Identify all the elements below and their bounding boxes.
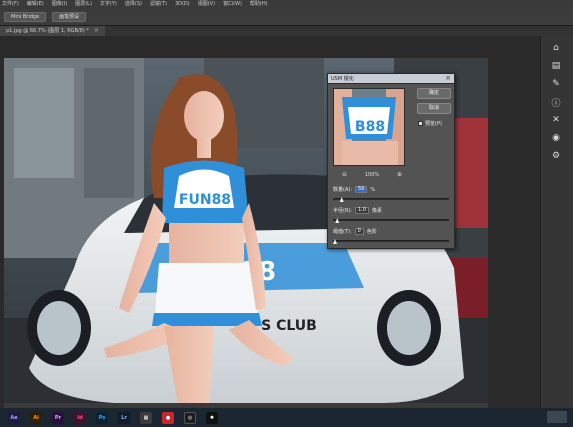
dialog-titlebar[interactable]: USM 锐化 × [328, 74, 454, 84]
id-icon[interactable]: Id [74, 411, 86, 424]
unsharp-mask-dialog: USM 锐化 × B88 确定 取消 预览(P) ⊖ 100% ⊕ 数量(A):… [327, 73, 455, 249]
menu-window[interactable]: 窗口(W) [223, 0, 242, 9]
amount-slider[interactable] [333, 197, 449, 202]
amount-input[interactable]: 50 [355, 186, 368, 193]
amount-label: 数量(A): [333, 187, 353, 193]
radius-slider-handle[interactable] [335, 218, 340, 223]
ps-icon[interactable]: Ps [96, 411, 108, 424]
menu-help[interactable]: 帮助(H) [250, 0, 268, 9]
threshold-slider[interactable] [333, 239, 449, 244]
amount-slider-handle[interactable] [339, 197, 344, 202]
menu-bar: 文件(F) 编辑(E) 图像(I) 图层(L) 文字(Y) 选择(S) 滤镜(T… [0, 0, 573, 9]
mini-bridge-button[interactable]: Mini Bridge [4, 12, 47, 22]
menu-filter[interactable]: 滤镜(T) [150, 0, 167, 9]
document-tab[interactable]: p1.jpg @ 66.7% (图层 1, RGB/8) * × [0, 26, 105, 36]
history-icon[interactable]: ⌂ [549, 42, 563, 54]
document-tab-label: p1.jpg @ 66.7% (图层 1, RGB/8) * [6, 28, 89, 34]
amount-unit: % [370, 186, 376, 193]
zoom-controls: ⊖ 100% ⊕ [342, 171, 402, 178]
pr-icon[interactable]: Pr [52, 411, 64, 424]
settings-icon[interactable]: ✹ [206, 411, 218, 424]
ae-icon[interactable]: Ae [8, 411, 20, 424]
menu-layer[interactable]: 图层(L) [75, 0, 92, 9]
menu-3d[interactable]: 3D(D) [175, 0, 190, 9]
red-app-icon[interactable]: ● [162, 411, 174, 424]
preview-image: B88 [334, 89, 404, 165]
threshold-input[interactable]: 0 [354, 228, 364, 235]
tools-icon[interactable]: ✕ [549, 114, 563, 126]
dialog-title: USM 锐化 [331, 76, 354, 82]
photoshop-window: 文件(F) 编辑(E) 图像(I) 图层(L) 文字(Y) 选择(S) 滤镜(T… [0, 0, 573, 427]
menu-select[interactable]: 选择(S) [125, 0, 142, 9]
ai-icon[interactable]: Ai [30, 411, 42, 424]
color-wheel-icon[interactable]: ◉ [549, 132, 563, 144]
menu-view[interactable]: 视图(V) [198, 0, 215, 9]
shirt-logo: FUN88 [179, 192, 231, 208]
radius-row: 半径(R): 1.0 像素 [333, 207, 382, 214]
preview-checkbox[interactable]: 预览(P) [418, 120, 442, 127]
settings-icon[interactable]: ⚙ [549, 150, 563, 162]
ok-button[interactable]: 确定 [417, 88, 451, 99]
layers-icon[interactable]: ▤ [549, 60, 563, 72]
lr-icon[interactable]: Lr [118, 411, 130, 424]
windows-taskbar: Ae Ai Pr Id Ps Lr ▦ ● ◎ ✹ [0, 408, 573, 427]
close-icon[interactable]: × [445, 75, 451, 82]
canvas-workspace: 388 S CLUB FUN88 [0, 36, 540, 410]
amount-row: 数量(A): 50 % [333, 186, 375, 193]
zoom-in-icon[interactable]: ⊕ [397, 171, 402, 178]
preview-checkbox-label: 预览(P) [425, 121, 442, 127]
system-tray[interactable] [547, 411, 567, 423]
cancel-button[interactable]: 取消 [417, 103, 451, 114]
brush-presets-button[interactable]: 画笔预设 [52, 12, 87, 22]
threshold-unit: 色阶 [366, 229, 377, 235]
threshold-row: 阈值(T): 0 色阶 [333, 228, 377, 235]
radius-label: 半径(R): [333, 208, 353, 214]
checkbox-icon[interactable] [418, 121, 423, 126]
filter-preview[interactable]: B88 [333, 88, 405, 166]
close-icon[interactable]: × [94, 26, 99, 36]
zoom-percent: 100% [364, 171, 380, 178]
document-tab-bar: p1.jpg @ 66.7% (图层 1, RGB/8) * × [0, 26, 573, 36]
info-icon[interactable]: ⓘ [549, 96, 563, 109]
brush-icon[interactable]: ✎ [549, 78, 563, 90]
camera-icon[interactable]: ◎ [184, 411, 196, 424]
stripe-text: S CLUB [261, 318, 317, 334]
menu-type[interactable]: 文字(Y) [100, 0, 117, 9]
zoom-out-icon[interactable]: ⊖ [342, 171, 347, 178]
right-panel-toolbar: ⌂ ▤ ✎ ⓘ ✕ ◉ ⚙ [540, 36, 573, 408]
threshold-slider-handle[interactable] [333, 239, 337, 244]
radius-unit: 像素 [372, 208, 383, 214]
menu-image[interactable]: 图像(I) [52, 0, 67, 9]
options-bar: Mini Bridge 画笔预设 [0, 9, 573, 26]
svg-text:B88: B88 [355, 119, 385, 135]
menu-edit[interactable]: 编辑(E) [27, 0, 44, 9]
explorer-icon[interactable]: ▦ [140, 411, 152, 424]
threshold-label: 阈值(T): [333, 229, 352, 235]
radius-input[interactable]: 1.0 [355, 207, 370, 214]
menu-file[interactable]: 文件(F) [2, 0, 19, 9]
radius-slider[interactable] [333, 218, 449, 223]
